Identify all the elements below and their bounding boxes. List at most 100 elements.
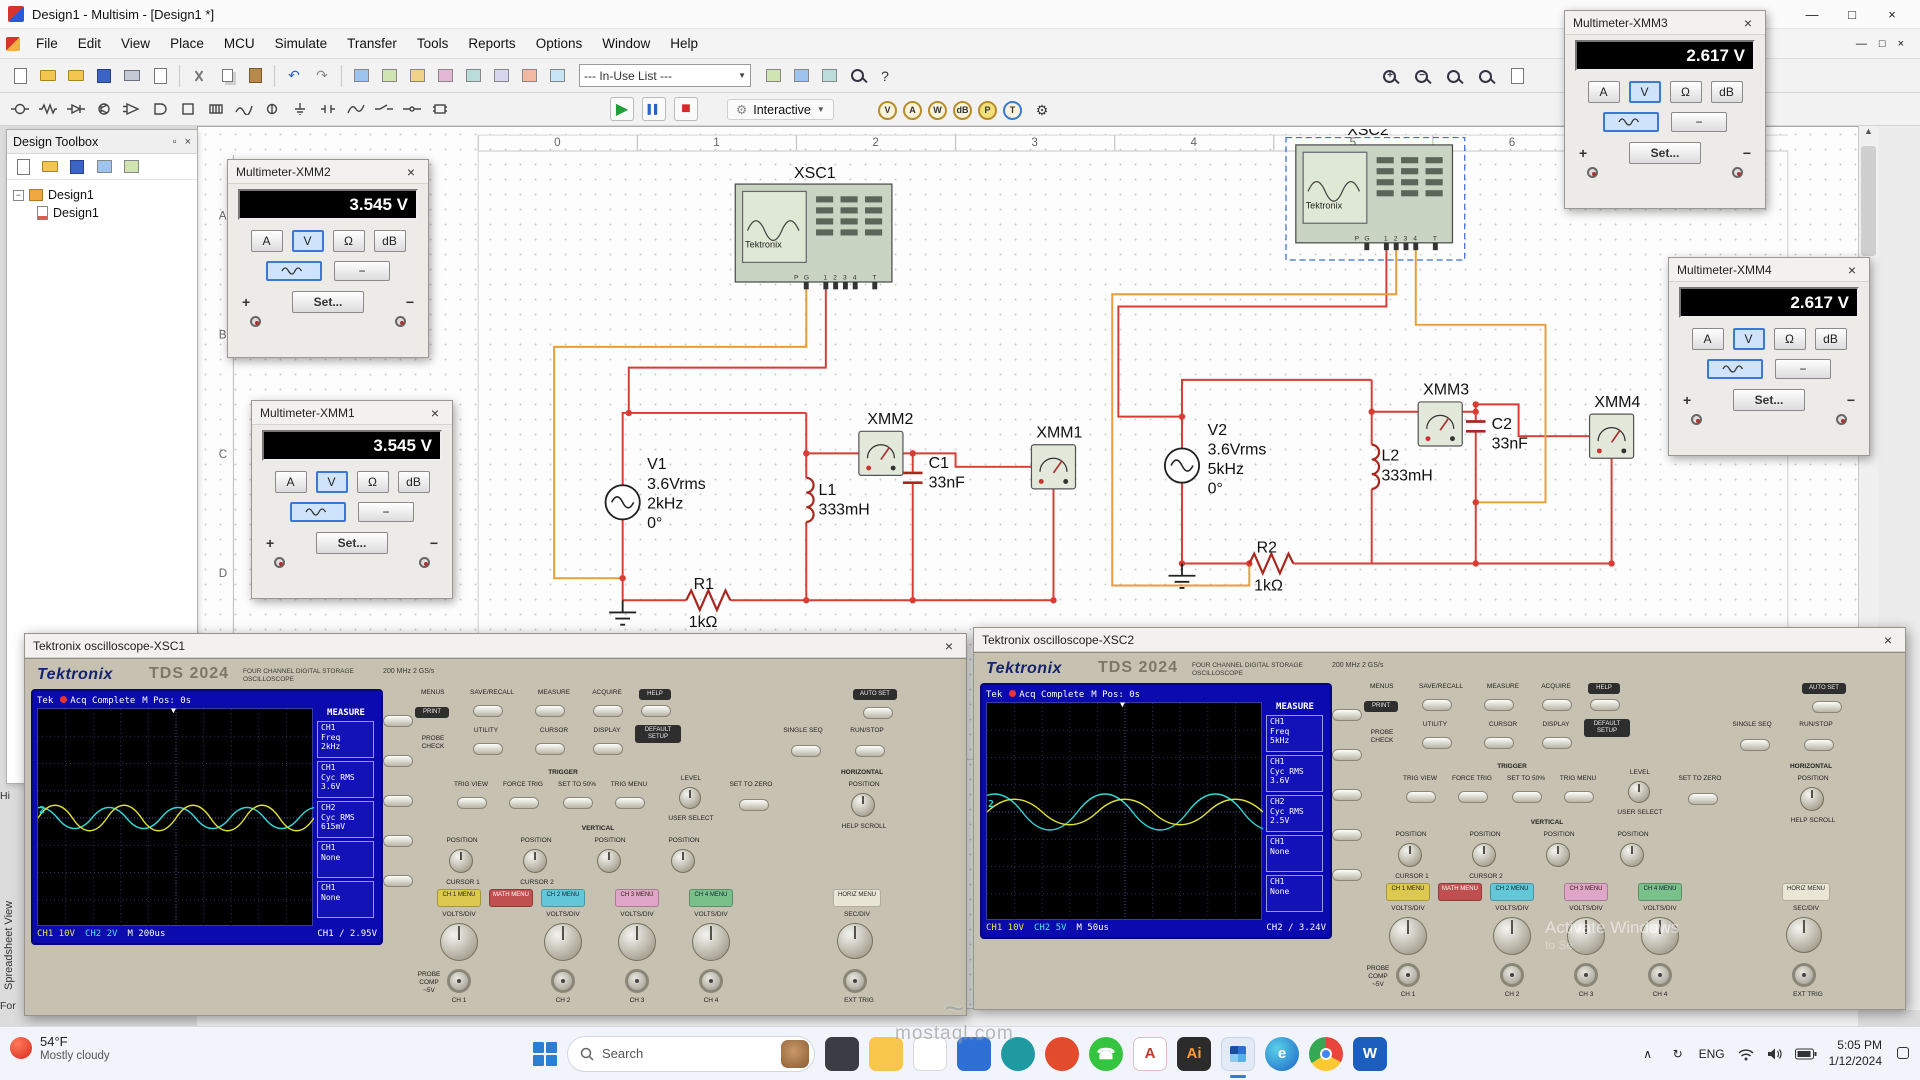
- component-ttl-icon[interactable]: [147, 96, 173, 122]
- pin-icon[interactable]: ▫: [173, 136, 177, 148]
- fullscreen-icon[interactable]: [1504, 63, 1530, 89]
- menu-edit[interactable]: Edit: [68, 32, 111, 55]
- ch1-bnc-connector[interactable]: [447, 969, 471, 993]
- ext-trig-bnc-connector[interactable]: [843, 969, 867, 993]
- zoom-out-icon[interactable]: −: [1408, 63, 1434, 89]
- ac-mode-button[interactable]: [1603, 112, 1659, 132]
- set-button[interactable]: Set...: [316, 532, 388, 554]
- illustrator-icon[interactable]: Ai: [1177, 1037, 1211, 1071]
- softkey-4[interactable]: [383, 835, 413, 847]
- component-xmm3[interactable]: [1418, 402, 1462, 446]
- component-r2[interactable]: R2 1kΩ: [1249, 539, 1293, 594]
- ampere-mode-button[interactable]: A: [1588, 81, 1620, 103]
- ampere-mode-button[interactable]: A: [275, 471, 307, 493]
- autoset-press-button[interactable]: [863, 707, 893, 719]
- breadboard-icon[interactable]: [816, 63, 842, 89]
- component-mcu-icon[interactable]: [427, 96, 453, 122]
- visibility-icon[interactable]: [120, 156, 142, 178]
- softkey-3[interactable]: [1332, 789, 1362, 801]
- component-wizard-icon[interactable]: [432, 63, 458, 89]
- math-menu-button[interactable]: MATH MENU: [1438, 883, 1482, 901]
- save-design-icon[interactable]: [66, 156, 88, 178]
- ch3-bnc-connector[interactable]: [625, 969, 649, 993]
- ch4-voltsdiv-knob[interactable]: [1641, 917, 1679, 955]
- taskbar-app-icon[interactable]: [825, 1037, 859, 1071]
- collapse-icon[interactable]: −: [13, 190, 24, 201]
- wire[interactable]: [623, 413, 807, 485]
- ch4-bnc-connector[interactable]: [699, 969, 723, 993]
- copy-icon[interactable]: [214, 63, 240, 89]
- volt-mode-button[interactable]: V: [316, 471, 348, 493]
- edge-icon[interactable]: e: [1265, 1037, 1299, 1071]
- horizontal-position-knob[interactable]: [1800, 787, 1824, 811]
- ampere-mode-button[interactable]: A: [251, 230, 283, 252]
- in-use-list-dropdown[interactable]: --- In-Use List --- ▼: [579, 64, 751, 87]
- ohm-mode-button[interactable]: Ω: [1774, 328, 1806, 350]
- component-xsc2[interactable]: Tektronix P G 1 2 3 4 T: [1296, 145, 1453, 250]
- single-seq-button[interactable]: [791, 745, 821, 757]
- utility-button[interactable]: [473, 743, 503, 755]
- minimize-icon[interactable]: —: [1792, 7, 1832, 22]
- negative-terminal[interactable]: [395, 316, 406, 327]
- component-r1[interactable]: R1 1kΩ: [686, 576, 730, 631]
- cursor-button[interactable]: [535, 743, 565, 755]
- open-sample-icon[interactable]: [63, 63, 89, 89]
- autoset-button[interactable]: AUTO SET: [1802, 683, 1846, 694]
- close-icon[interactable]: ×: [1843, 262, 1861, 278]
- ch1-bnc-connector[interactable]: [1396, 963, 1420, 987]
- app-a-icon[interactable]: A: [1133, 1037, 1167, 1071]
- db-mode-button[interactable]: dB: [374, 230, 406, 252]
- component-indicators-icon[interactable]: [259, 96, 285, 122]
- close-icon[interactable]: ×: [1739, 15, 1757, 31]
- ch2-menu-button[interactable]: CH 2 MENU: [1490, 883, 1534, 901]
- wifi-icon[interactable]: [1737, 1047, 1755, 1061]
- taskbar-app-icon[interactable]: [957, 1037, 991, 1071]
- db-mode-button[interactable]: dB: [1815, 328, 1847, 350]
- measurement-probe-icon[interactable]: [760, 63, 786, 89]
- horizontal-position-knob[interactable]: [851, 793, 875, 817]
- component-xmm4[interactable]: [1590, 414, 1634, 458]
- component-analog-icon[interactable]: [119, 96, 145, 122]
- secdiv-knob[interactable]: [837, 923, 873, 959]
- wire[interactable]: [1416, 250, 1546, 502]
- thermal-probe-icon[interactable]: T: [1003, 101, 1022, 120]
- erc-check-icon[interactable]: [516, 63, 542, 89]
- positive-terminal[interactable]: [274, 557, 285, 568]
- save-recall-button[interactable]: [1422, 699, 1452, 711]
- positive-terminal[interactable]: [1587, 167, 1598, 178]
- zoom-in-icon[interactable]: +: [1376, 63, 1402, 89]
- autoset-press-button[interactable]: [1812, 701, 1842, 713]
- spreadsheet-toggle-icon[interactable]: [376, 63, 402, 89]
- db-probe-icon[interactable]: dB: [953, 101, 972, 120]
- set-button[interactable]: Set...: [292, 291, 364, 313]
- help-button[interactable]: HELP: [639, 689, 671, 700]
- save-icon[interactable]: [91, 63, 117, 89]
- set-to-50-button[interactable]: [1512, 791, 1542, 803]
- taskbar-app-icon[interactable]: [1045, 1037, 1079, 1071]
- ch4-menu-button[interactable]: CH 4 MENU: [1638, 883, 1682, 901]
- open-file-icon[interactable]: [35, 63, 61, 89]
- volt-mode-button[interactable]: V: [1629, 81, 1661, 103]
- print-preview-icon[interactable]: [147, 63, 173, 89]
- tab-spreadsheet-view[interactable]: Spreadsheet View: [0, 840, 18, 990]
- ch3-position-knob[interactable]: [1546, 843, 1570, 867]
- ac-mode-button[interactable]: [266, 261, 322, 281]
- design-toolbox-header[interactable]: Design Toolbox ▫ ×: [7, 130, 197, 154]
- softkey-2[interactable]: [1332, 749, 1362, 761]
- horiz-menu-button[interactable]: HORIZ MENU: [833, 889, 881, 907]
- generic-probe-icon[interactable]: P: [978, 101, 997, 120]
- set-to-zero-button[interactable]: [1688, 793, 1718, 805]
- ch2-voltsdiv-knob[interactable]: [544, 923, 582, 961]
- volt-mode-button[interactable]: V: [292, 230, 324, 252]
- trig-view-button[interactable]: [1406, 791, 1436, 803]
- ch2-position-knob[interactable]: [1472, 843, 1496, 867]
- ch1-menu-button[interactable]: CH 1 MENU: [437, 889, 481, 907]
- wire[interactable]: [554, 289, 806, 578]
- hidden-icons-chevron[interactable]: ∧: [1639, 1047, 1657, 1061]
- ac-mode-button[interactable]: [290, 502, 346, 522]
- math-menu-button[interactable]: MATH MENU: [489, 889, 533, 907]
- hierarchy-icon[interactable]: [93, 156, 115, 178]
- force-trig-button[interactable]: [509, 797, 539, 809]
- display-button[interactable]: [593, 743, 623, 755]
- cut-icon[interactable]: [186, 63, 212, 89]
